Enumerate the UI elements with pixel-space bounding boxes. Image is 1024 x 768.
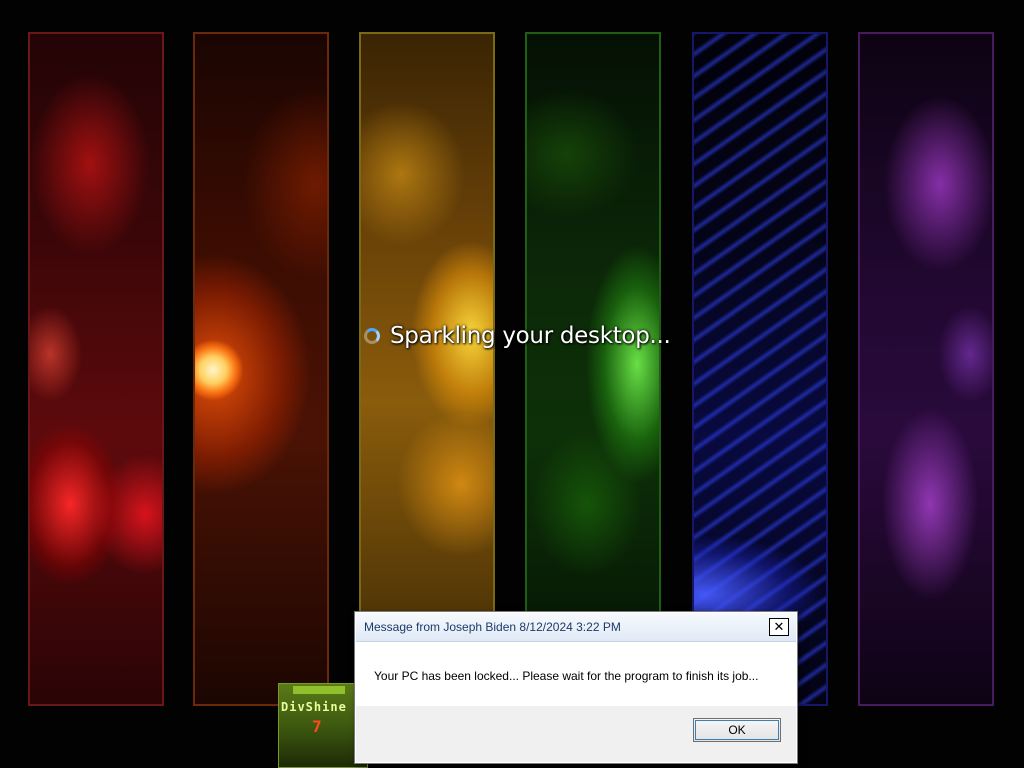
close-icon: ✕ [773,619,785,635]
logo-version: 7 [312,717,322,736]
dialog-footer: OK [356,706,796,762]
wallpaper-panel-red [28,32,164,706]
wallpaper-panel-purple [858,32,994,706]
logo-stripe [293,686,345,694]
ok-button[interactable]: OK [693,718,781,742]
wallpaper-panel-yellow [359,32,495,706]
spinner-icon [364,328,380,344]
loading-indicator: Sparkling your desktop... [364,320,671,352]
wallpaper-panel-blue [692,32,828,706]
dialog-message: Your PC has been locked... Please wait f… [374,669,759,683]
loading-text: Sparkling your desktop... [390,323,671,349]
dialog-titlebar[interactable]: Message from Joseph Biden 8/12/2024 3:22… [356,613,796,642]
close-button[interactable]: ✕ [769,618,789,636]
logo-name: DivShine [281,700,347,714]
wallpaper-panel-green [525,32,661,706]
message-dialog: Message from Joseph Biden 8/12/2024 3:22… [354,611,798,764]
desktop-background: Sparkling your desktop... DivShine 7 Mes… [0,0,1024,768]
wallpaper-panel-orange [193,32,329,706]
dialog-title: Message from Joseph Biden 8/12/2024 3:22… [364,620,621,634]
